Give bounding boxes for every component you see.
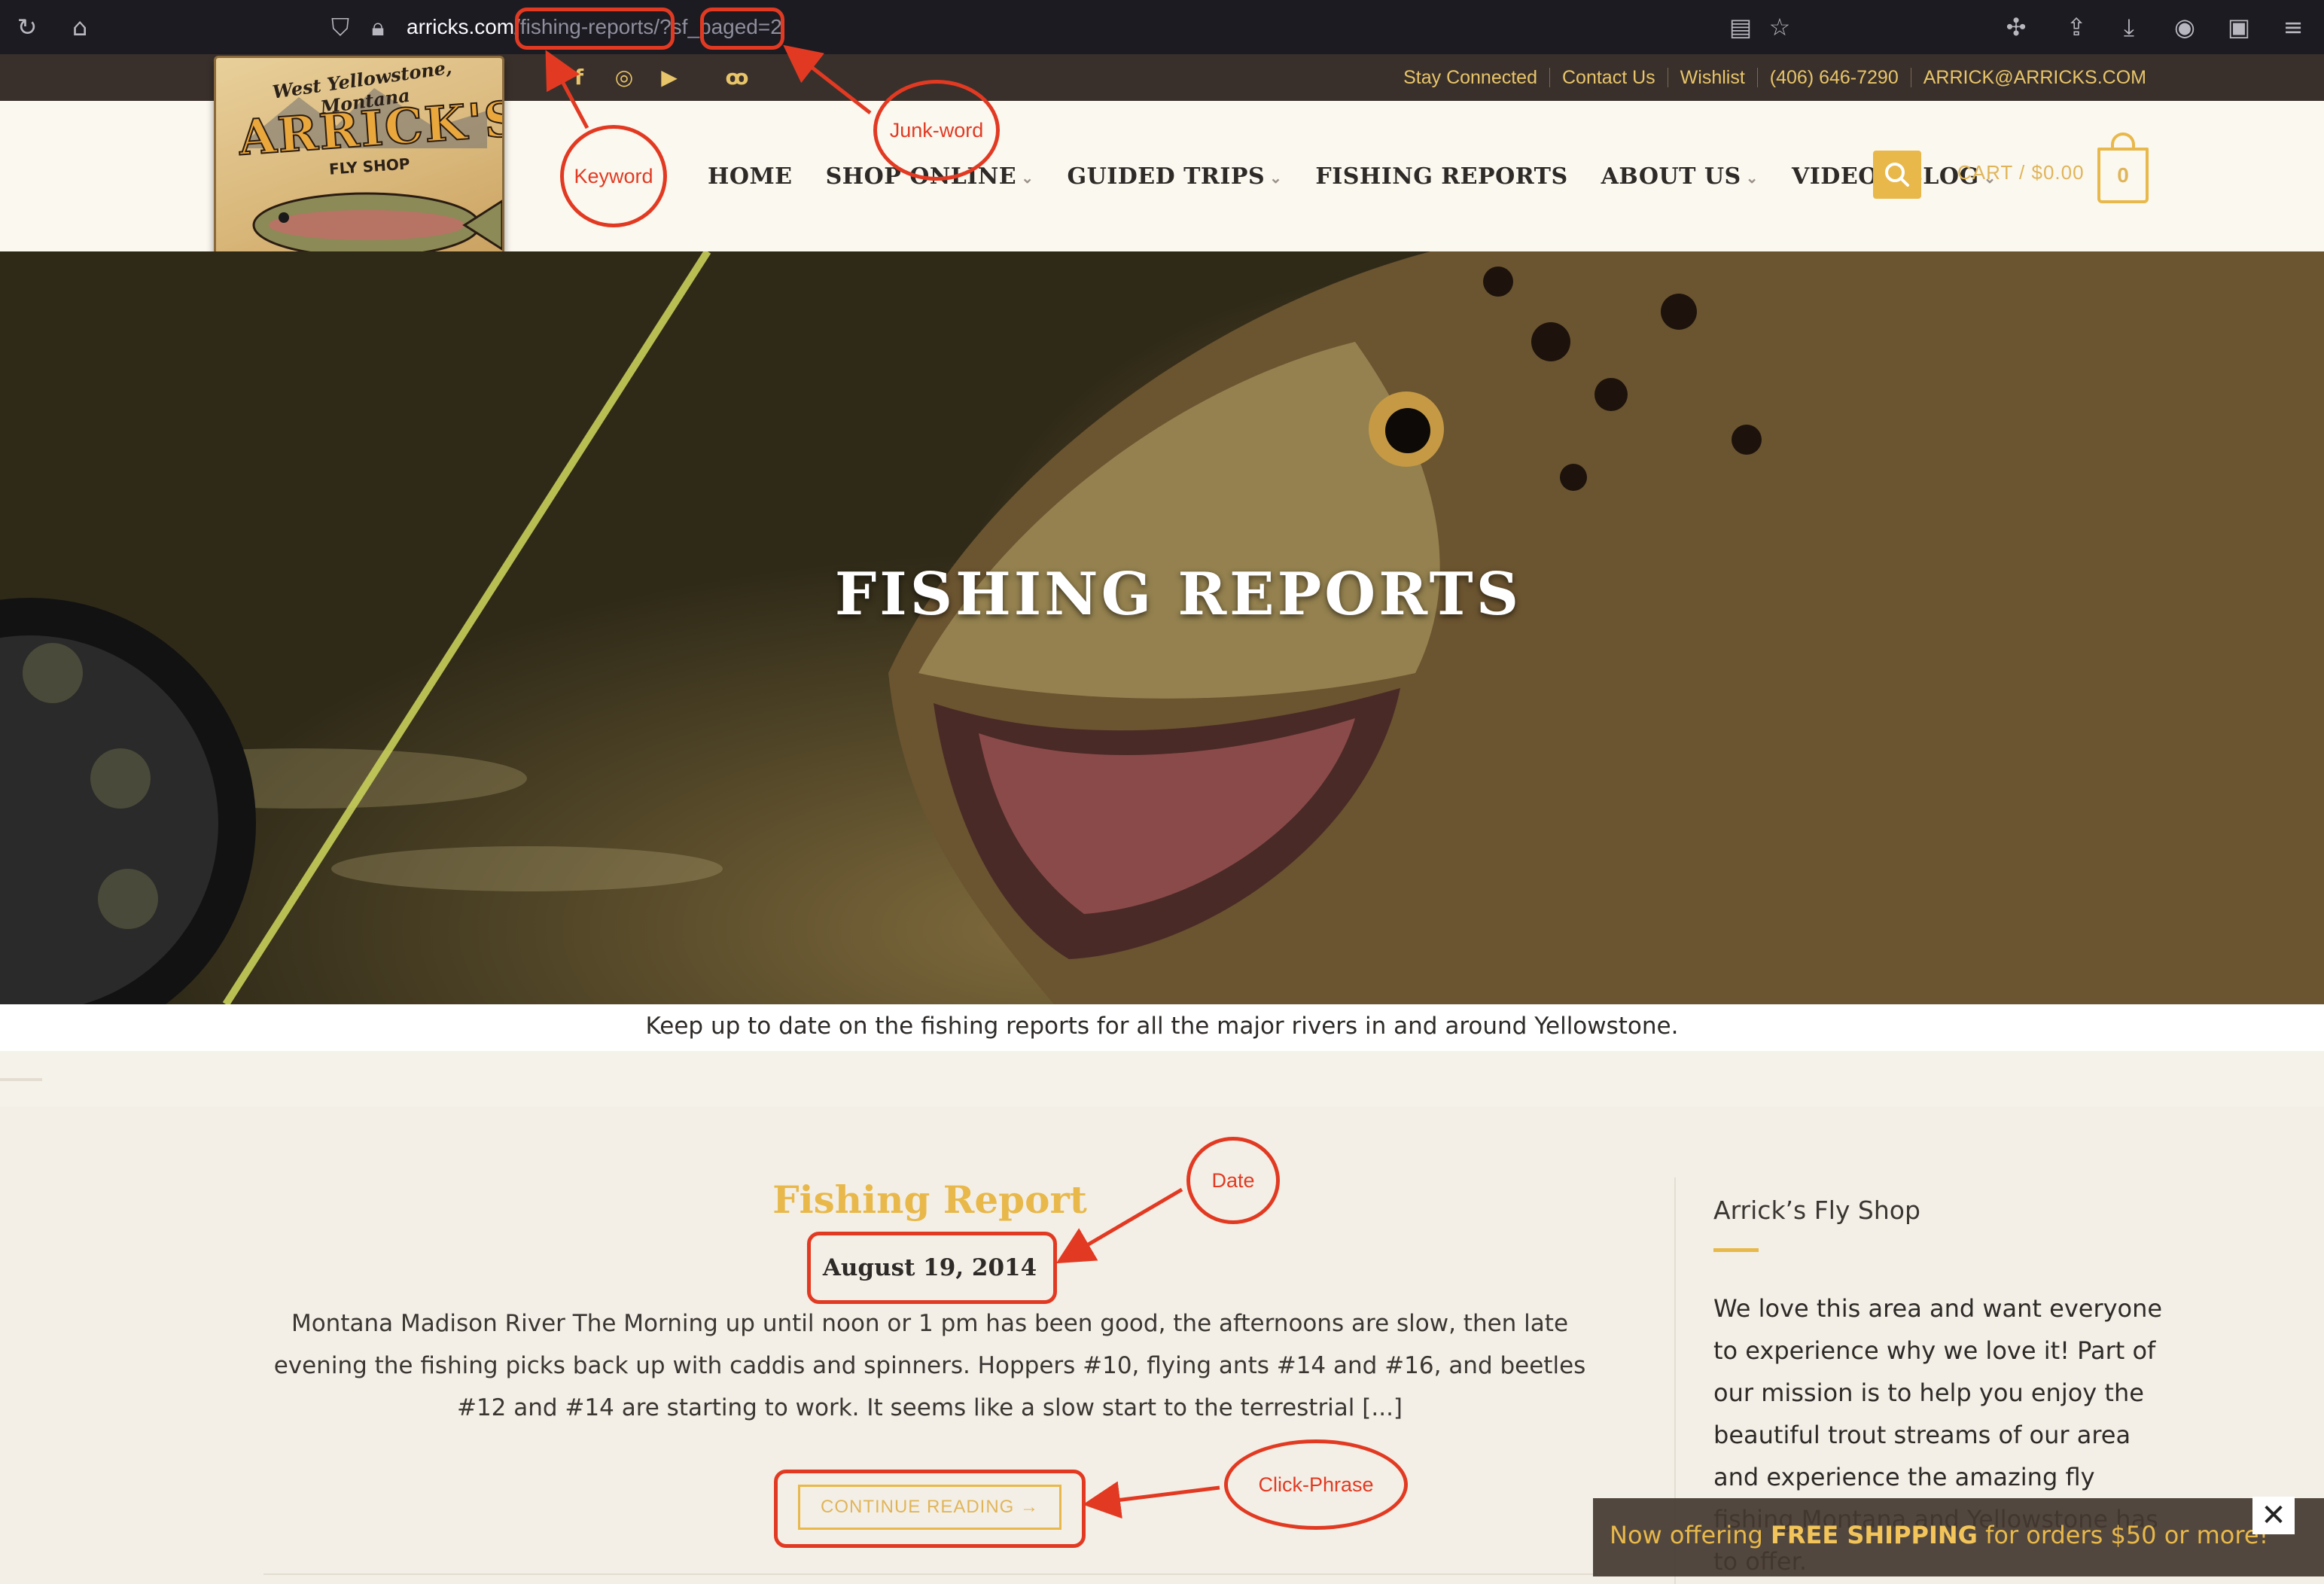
facebook-icon[interactable]: f (565, 63, 593, 92)
site-logo[interactable]: West Yellowstone, Montana ARRICK'S FLY S… (214, 56, 504, 280)
search-icon (1885, 163, 1909, 187)
sidebar-title-underline (1713, 1248, 1759, 1252)
shipping-prefix: Now offering (1610, 1521, 1771, 1549)
nav-fishing-reports[interactable]: FISHING REPORTS (1315, 163, 1567, 190)
cart-count[interactable]: 0 (2097, 148, 2149, 203)
annotation-click-phrase-label: Click-Phrase (1224, 1439, 1408, 1530)
cart-link[interactable]: CART / $0.00 (1957, 161, 2085, 184)
reload-icon[interactable]: ↻ (11, 11, 44, 44)
browser-toolbar: ↻ ⌂ ⛉ 🔒︎ arricks.com/fishing-reports/?sf… (0, 0, 2324, 54)
annotation-keyword-box (515, 8, 675, 50)
annotation-date-label: Date (1186, 1137, 1280, 1224)
youtube-icon[interactable]: ▶ (655, 63, 684, 92)
hero-banner: FISHING REPORTS (0, 251, 2324, 1004)
annotation-junkword-label: Junk-word (873, 80, 1000, 181)
contact-us-link[interactable]: Contact Us (1550, 67, 1668, 89)
nav-label: GUIDED TRIPS (1067, 163, 1266, 190)
download-icon[interactable]: ⤓ (2112, 11, 2146, 44)
lock-icon: 🔒︎ (371, 13, 385, 41)
menu-icon[interactable]: ≡ (2277, 11, 2310, 44)
share-icon[interactable]: ⇪ (2060, 11, 2093, 44)
annotation-click-phrase-box (774, 1470, 1086, 1548)
divider (263, 1573, 1596, 1575)
post-title[interactable]: Fishing Report (0, 1177, 1860, 1222)
annotation-keyword-label: Keyword (560, 125, 667, 227)
stay-connected-link[interactable]: Stay Connected (1391, 67, 1549, 89)
screenshot-icon[interactable]: ◉ (2168, 11, 2201, 44)
page-title: FISHING REPORTS (834, 560, 1522, 629)
nav-label: HOME (708, 163, 793, 190)
shipping-text: Now offering FREE SHIPPING for orders $5… (1610, 1521, 2268, 1549)
reader-view-icon[interactable]: ▤ (1724, 11, 1757, 44)
nav-about-us[interactable]: ABOUT US ⌄ (1601, 163, 1759, 190)
nav-guided-trips[interactable]: GUIDED TRIPS ⌄ (1067, 163, 1282, 190)
chevron-down-icon: ⌄ (1021, 168, 1034, 187)
annotation-date-box (807, 1232, 1057, 1304)
nav-label: FISHING REPORTS (1315, 163, 1568, 190)
close-icon[interactable]: ✕ (2252, 1497, 2295, 1534)
sidebar-title: Arrick’s Fly Shop (1713, 1196, 1920, 1225)
phone-link[interactable]: (406) 646-7290 (1758, 67, 1911, 89)
shipping-notice: Now offering FREE SHIPPING for orders $5… (1593, 1497, 2324, 1576)
nav-label: ABOUT US (1601, 163, 1741, 190)
post-excerpt: Montana Madison River The Morning up unt… (273, 1310, 1586, 1421)
wishlist-link[interactable]: Wishlist (1668, 67, 1757, 89)
chevron-down-icon: ⌄ (1269, 168, 1283, 187)
home-icon[interactable]: ⌂ (63, 11, 96, 44)
bookmark-star-icon[interactable]: ☆ (1763, 11, 1796, 44)
divider (0, 1078, 42, 1081)
tripadvisor-icon[interactable]: ꝏ (723, 63, 751, 92)
email-link[interactable]: ARRICK@ARRICKS.COM (1911, 67, 2158, 89)
search-button[interactable] (1873, 151, 1921, 199)
url-host: arricks.com (407, 15, 515, 38)
extension-icon[interactable]: ✣ (2000, 11, 2033, 44)
shipping-highlight: FREE SHIPPING (1770, 1521, 1978, 1549)
shield-icon[interactable]: ⛉ (324, 11, 357, 44)
chevron-down-icon: ⌄ (1745, 168, 1759, 187)
container-icon[interactable]: ▣ (2222, 11, 2255, 44)
nav-home[interactable]: HOME (708, 163, 793, 190)
shipping-suffix: for orders $50 or more! (1977, 1521, 2269, 1549)
top-links: Stay Connected Contact Us Wishlist (406)… (1391, 54, 2158, 101)
page-tagline: Keep up to date on the fishing reports f… (0, 1004, 2324, 1051)
annotation-junkword-box (700, 8, 784, 50)
instagram-icon[interactable]: ◎ (610, 63, 638, 92)
